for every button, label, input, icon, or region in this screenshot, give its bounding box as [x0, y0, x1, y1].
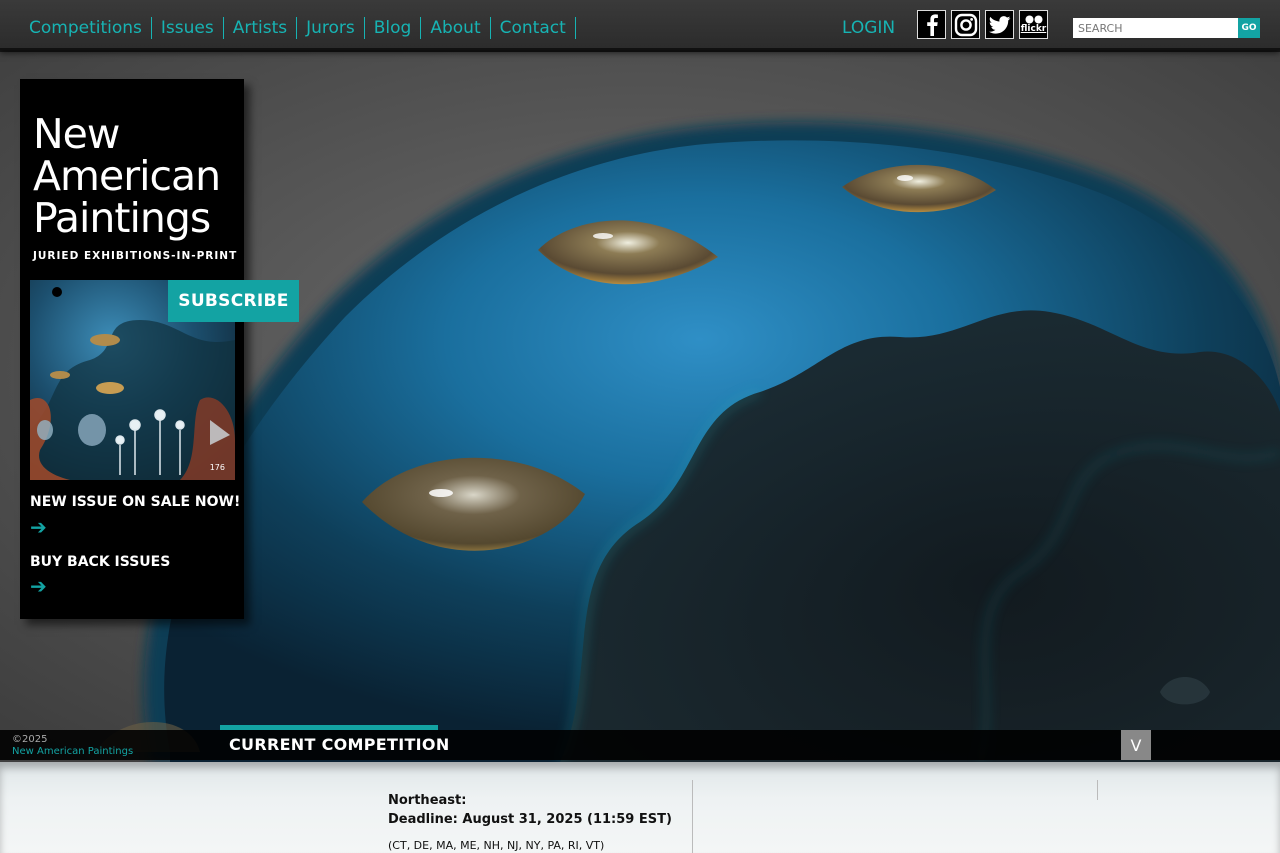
- column-divider: [692, 780, 693, 853]
- back-issues-link[interactable]: BUY BACK ISSUES: [30, 554, 170, 570]
- site-logo[interactable]: New American Paintings: [33, 110, 221, 242]
- top-nav-bar: Competitions Issues Artists Jurors Blog …: [0, 0, 1280, 50]
- nav-blog[interactable]: Blog: [365, 17, 422, 39]
- competition-deadline: Deadline: August 31, 2025 (11:59 EST): [388, 812, 672, 827]
- login-link[interactable]: LOGIN: [842, 17, 895, 39]
- logo-line-new: New: [33, 110, 120, 158]
- new-issue-link[interactable]: NEW ISSUE ON SALE NOW!: [30, 494, 240, 510]
- nav-contact[interactable]: Contact: [491, 17, 576, 39]
- back-issues-arrow-icon[interactable]: ➔: [30, 576, 47, 596]
- facebook-icon[interactable]: [917, 10, 946, 39]
- nav-artists[interactable]: Artists: [224, 17, 298, 39]
- copyright-site-link[interactable]: New American Paintings: [12, 746, 133, 758]
- search-input[interactable]: [1073, 18, 1238, 38]
- logo-line-american: American: [33, 152, 221, 200]
- nav-competitions[interactable]: Competitions: [20, 17, 152, 39]
- nav-about[interactable]: About: [421, 17, 491, 39]
- flickr-icon[interactable]: flickr: [1019, 10, 1048, 39]
- copyright-year: ©2025: [12, 734, 48, 745]
- column-divider: [1097, 780, 1098, 800]
- main-nav: Competitions Issues Artists Jurors Blog …: [20, 17, 576, 39]
- subscribe-button[interactable]: SUBSCRIBE: [168, 280, 299, 322]
- tab-current-competition[interactable]: CURRENT COMPETITION: [220, 725, 449, 760]
- competition-panel: Northeast: Deadline: August 31, 2025 (11…: [0, 762, 1280, 853]
- sidebar-panel: New American Paintings JURIED EXHIBITION…: [20, 79, 299, 619]
- expand-toggle-button[interactable]: V: [1121, 730, 1151, 760]
- logo-line-paintings: Paintings: [33, 194, 211, 242]
- copyright: ©2025 New American Paintings: [12, 734, 133, 758]
- nav-jurors[interactable]: Jurors: [297, 17, 365, 39]
- search-form: GO: [1073, 18, 1260, 38]
- logo-tagline: JURIED EXHIBITIONS-IN-PRINT: [33, 250, 238, 262]
- competition-region: Northeast:: [388, 793, 467, 808]
- cover-issue-number: 176: [209, 463, 225, 472]
- footer-bar: ©2025 New American Paintings CURRENT COM…: [0, 725, 1280, 760]
- instagram-icon[interactable]: [951, 10, 980, 39]
- search-go-button[interactable]: GO: [1238, 18, 1260, 38]
- competition-states: (CT, DE, MA, ME, NH, NJ, NY, PA, RI, VT): [388, 839, 605, 852]
- social-links: flickr: [917, 10, 1048, 39]
- nav-issues[interactable]: Issues: [152, 17, 224, 39]
- twitter-icon[interactable]: [985, 10, 1014, 39]
- competition-info: Northeast: Deadline: August 31, 2025 (11…: [388, 791, 672, 852]
- flickr-label: flickr: [1020, 24, 1047, 34]
- new-issue-arrow-icon[interactable]: ➔: [30, 517, 47, 537]
